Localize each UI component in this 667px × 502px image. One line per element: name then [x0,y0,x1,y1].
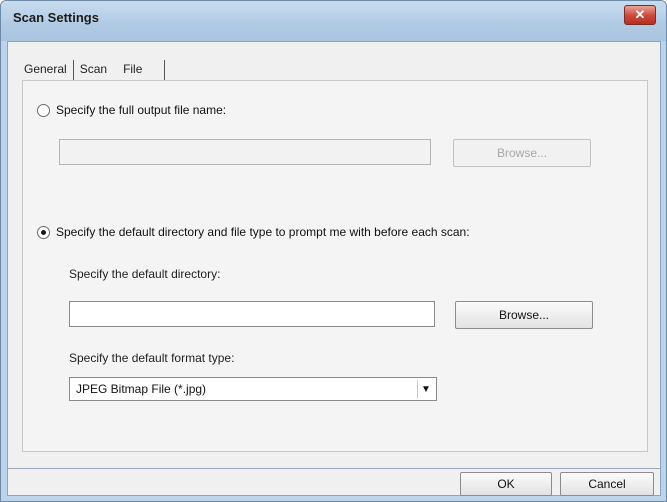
file-tab-panel: Specify the full output file name: Brows… [22,80,648,452]
default-directory-option[interactable]: Specify the default directory and file t… [37,225,470,239]
footer-divider [8,468,660,469]
output-file-radio-label: Specify the full output file name: [56,103,227,117]
ok-button[interactable]: OK [460,472,552,496]
title-bar[interactable]: Scan Settings ✕ [1,1,666,41]
chevron-down-icon[interactable]: ▼ [417,380,434,398]
tab-separator [164,60,166,80]
output-file-radio[interactable] [37,103,50,117]
output-file-input[interactable] [59,139,431,165]
default-directory-radio-label: Specify the default directory and file t… [56,225,470,239]
close-icon: ✕ [634,7,646,22]
default-format-label: Specify the default format type: [69,351,235,365]
cancel-button[interactable]: Cancel [560,472,654,496]
tab-strip: General Scan File [18,54,166,80]
output-file-option[interactable]: Specify the full output file name: [37,103,226,117]
default-directory-browse-button[interactable]: Browse... [455,301,593,329]
default-directory-input[interactable] [69,301,435,327]
tab-file[interactable]: File [113,58,164,80]
tab-scan[interactable]: Scan [74,58,113,80]
tab-general[interactable]: General [18,58,73,80]
default-format-value: JPEG Bitmap File (*.jpg) [76,382,207,396]
output-file-browse-button[interactable]: Browse... [453,139,591,167]
close-button[interactable]: ✕ [624,5,656,25]
scan-settings-dialog: Scan Settings ✕ General Scan File Specif… [0,0,667,502]
default-directory-label: Specify the default directory: [69,267,221,281]
default-directory-radio[interactable] [37,225,50,239]
dialog-client-area: General Scan File Specify the full outpu… [7,41,661,496]
dialog-title: Scan Settings [13,10,99,25]
default-format-select[interactable]: JPEG Bitmap File (*.jpg) ▼ [69,377,437,401]
